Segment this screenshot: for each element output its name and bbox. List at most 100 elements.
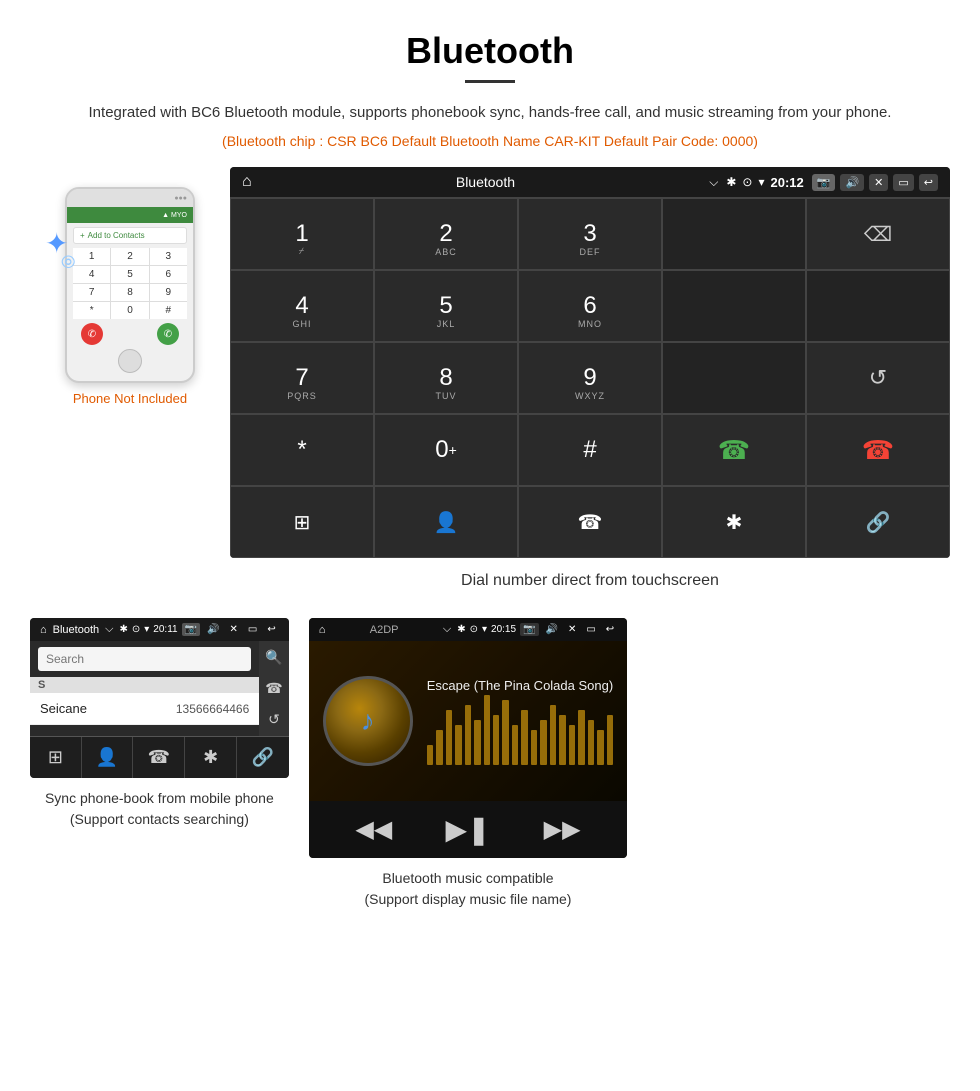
bluetooth-icon-btn[interactable]: ✱: [662, 486, 806, 558]
dial-key-hash[interactable]: #: [518, 414, 662, 486]
contacts-list: S Seicane 13566664466: [30, 677, 259, 725]
dial-call-btn[interactable]: ☎: [662, 414, 806, 486]
contacts-vol-icon[interactable]: 🔊: [204, 623, 222, 636]
contacts-back-icon[interactable]: ↩: [264, 623, 278, 636]
contacts-call-btn[interactable]: ☎: [133, 737, 185, 778]
phone-mini-key-7[interactable]: 7: [73, 284, 110, 301]
contacts-win-icon[interactable]: ▭: [245, 623, 260, 636]
dial-key-0[interactable]: 0+: [374, 414, 518, 486]
usb-icon: ⌵: [709, 175, 718, 190]
phone-mini-key-hash[interactable]: #: [150, 302, 187, 319]
contacts-screen: ⌂ Bluetooth ⌵ ✱ ⊙ ▾ 20:11 📷 🔊 ✕ ▭ ↩: [30, 618, 289, 778]
left-phone-section: ✦ ⦾ ●●● ▲ MYO +Add to Contacts 1 2 3 4: [30, 167, 230, 406]
dial-key-2[interactable]: 2ABC: [374, 198, 518, 270]
dial-key-9[interactable]: 9WXYZ: [518, 342, 662, 414]
dial-key-3[interactable]: 3DEF: [518, 198, 662, 270]
dial-empty-3: [806, 270, 950, 342]
phone-mini-key-4[interactable]: 4: [73, 266, 110, 283]
bluetooth-signal: ✦ ⦾: [45, 227, 75, 273]
main-screenshot: ⌂ Bluetooth ⌵ ✱ ⊙ ▾ 20:12 📷 🔊 ✕ ▭ ↩: [230, 167, 950, 558]
dial-hangup-btn[interactable]: ☎: [806, 414, 950, 486]
phone-dialpad-mini: 1 2 3 4 5 6 7 8 9 * 0 #: [73, 248, 187, 319]
phone-mini-key-5[interactable]: 5: [111, 266, 148, 283]
dial-refresh-btn[interactable]: ↺: [806, 342, 950, 414]
call-log-icon-btn[interactable]: ☎: [518, 486, 662, 558]
close-icon[interactable]: ✕: [869, 174, 888, 191]
bottom-left-caption: Sync phone-book from mobile phone(Suppor…: [30, 778, 289, 834]
dial-key-4[interactable]: 4GHI: [230, 270, 374, 342]
contacts-user-btn[interactable]: 👤: [82, 737, 134, 778]
dial-key-star[interactable]: *: [230, 414, 374, 486]
contacts-search-input[interactable]: [38, 647, 251, 671]
play-pause-btn[interactable]: ▶❚: [445, 813, 490, 846]
phone-mini-key-0[interactable]: 0: [111, 302, 148, 319]
dial-key-5[interactable]: 5JKL: [374, 270, 518, 342]
contacts-list-column: S Seicane 13566664466: [30, 641, 259, 736]
window-icon[interactable]: ▭: [893, 174, 913, 191]
music-controls: ◀◀ ▶❚ ▶▶: [309, 801, 627, 858]
volume-icon[interactable]: 🔊: [840, 174, 864, 191]
contacts-dialpad-btn[interactable]: ⊞: [30, 737, 82, 778]
contacts-link-btn[interactable]: 🔗: [237, 737, 289, 778]
main-status-bar: ⌂ Bluetooth ⌵ ✱ ⊙ ▾ 20:12 📷 🔊 ✕ ▭ ↩: [230, 167, 950, 197]
dial-key-7[interactable]: 7PQRS: [230, 342, 374, 414]
dial-key-8[interactable]: 8TUV: [374, 342, 518, 414]
contacts-bt-btn[interactable]: ✱: [185, 737, 237, 778]
dialpad-icon-btn[interactable]: ⊞: [230, 486, 374, 558]
phone-mini-key-2[interactable]: 2: [111, 248, 148, 265]
contacts-home-icon[interactable]: ⌂: [40, 624, 47, 636]
dial-backspace[interactable]: ⌫: [806, 198, 950, 270]
screen-title: Bluetooth: [262, 174, 710, 190]
contacts-refresh-icon[interactable]: ↺: [268, 711, 280, 728]
bottom-right-caption: Bluetooth music compatible(Support displ…: [309, 858, 627, 914]
eq-bar: [436, 730, 442, 765]
contacts-icon-btn[interactable]: 👤: [374, 486, 518, 558]
music-back-icon[interactable]: ↩: [603, 623, 617, 636]
eq-bar: [578, 710, 584, 765]
settings-icon-btn[interactable]: 🔗: [806, 486, 950, 558]
phone-mini-key-9[interactable]: 9: [150, 284, 187, 301]
phone-mini-key-3[interactable]: 3: [150, 248, 187, 265]
phone-mini-key-6[interactable]: 6: [150, 266, 187, 283]
bottom-right-caption-text: Bluetooth music compatible(Support displ…: [364, 870, 571, 907]
contacts-phone-icon[interactable]: ☎: [265, 680, 282, 697]
eq-bar: [521, 710, 527, 765]
contact-name: Seicane: [40, 701, 176, 716]
contacts-cam-icon[interactable]: 📷: [182, 623, 200, 636]
phone-mini-key-star[interactable]: *: [73, 302, 110, 319]
phone-home-btn[interactable]: [118, 349, 142, 373]
phone-status-bar: ▲ MYO: [67, 207, 193, 223]
location-icon: ⊙: [742, 175, 752, 189]
prev-track-btn[interactable]: ◀◀: [355, 815, 392, 844]
phone-end-call-btn[interactable]: ✆: [81, 323, 103, 345]
camera-icon[interactable]: 📷: [812, 174, 836, 191]
music-vol-icon[interactable]: 🔊: [543, 623, 561, 636]
next-track-btn[interactable]: ▶▶: [544, 815, 581, 844]
dial-key-6[interactable]: 6MNO: [518, 270, 662, 342]
phone-mini-key-1[interactable]: 1: [73, 248, 110, 265]
phone-mini-key-8[interactable]: 8: [111, 284, 148, 301]
home-icon[interactable]: ⌂: [242, 173, 252, 191]
spec-line: (Bluetooth chip : CSR BC6 Default Blueto…: [0, 133, 980, 167]
bottom-left-caption-text: Sync phone-book from mobile phone(Suppor…: [45, 790, 274, 827]
phone-call-btn[interactable]: ✆: [157, 323, 179, 345]
music-win-icon[interactable]: ▭: [583, 623, 598, 636]
album-bt-icon: ♪: [361, 705, 375, 737]
contacts-status-bar: ⌂ Bluetooth ⌵ ✱ ⊙ ▾ 20:11 📷 🔊 ✕ ▭ ↩: [30, 618, 289, 641]
back-icon[interactable]: ↩: [919, 174, 938, 191]
music-cam-icon[interactable]: 📷: [520, 623, 538, 636]
contacts-search-icon[interactable]: 🔍: [265, 649, 282, 666]
dial-key-1[interactable]: 1⌿: [230, 198, 374, 270]
contact-number: 13566664466: [176, 702, 249, 716]
contacts-body: S Seicane 13566664466 🔍 ☎ ↺: [30, 641, 289, 736]
music-close-icon[interactable]: ✕: [565, 623, 579, 636]
music-home-icon[interactable]: ⌂: [319, 624, 326, 636]
eq-bars: [427, 705, 613, 765]
contact-item-seicane[interactable]: Seicane 13566664466: [30, 693, 259, 725]
phone-add-contact-btn[interactable]: +Add to Contacts: [73, 227, 187, 244]
phone-mockup: ●●● ▲ MYO +Add to Contacts 1 2 3 4 5 6 7…: [65, 187, 195, 383]
eq-bar: [427, 745, 433, 765]
contacts-close-icon[interactable]: ✕: [227, 623, 241, 636]
contacts-right-icons: 🔍 ☎ ↺: [259, 641, 288, 736]
call-icon: ☎: [718, 435, 750, 466]
